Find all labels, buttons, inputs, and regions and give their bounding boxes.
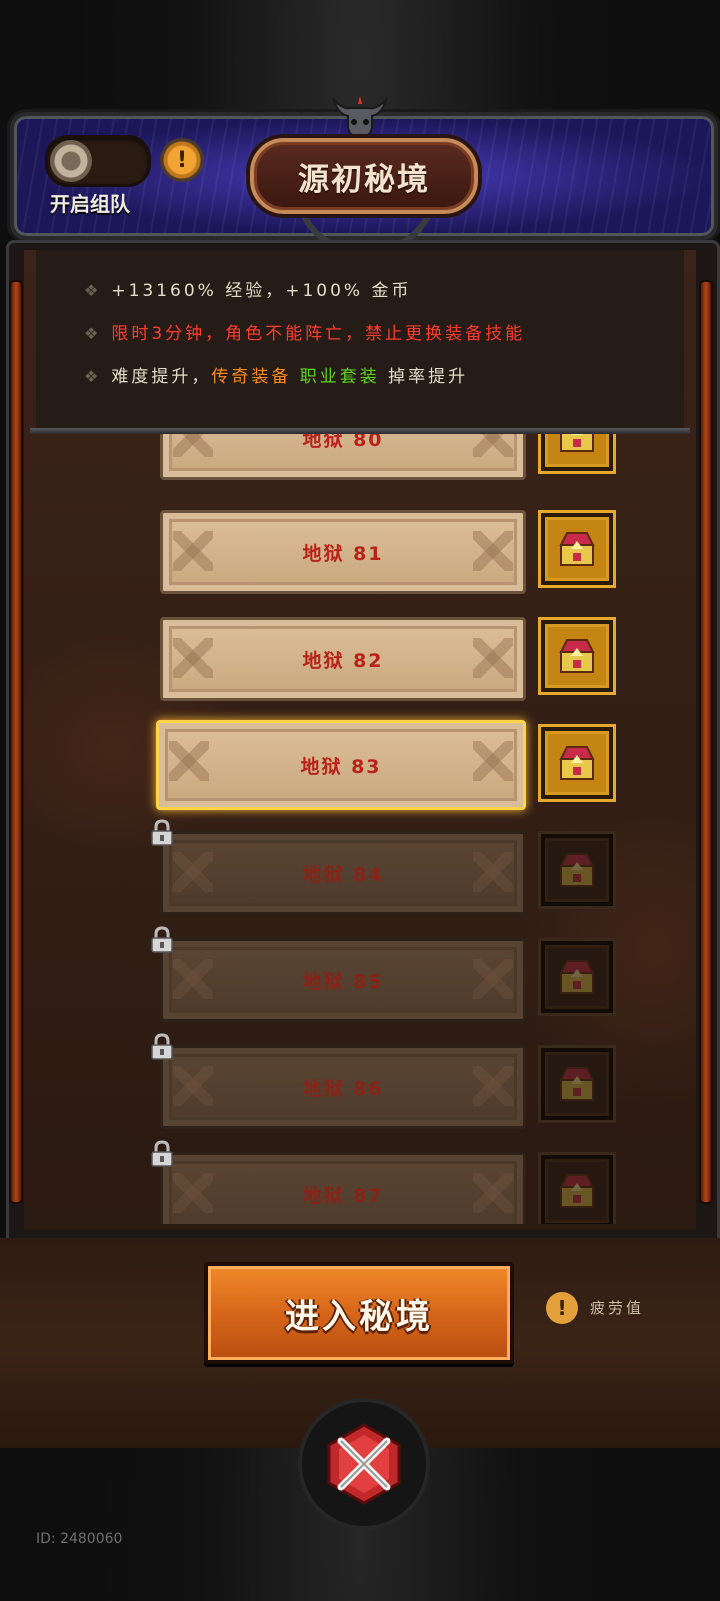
enter-dungeon-button[interactable]: 进入秘境	[204, 1262, 514, 1364]
level-label: 地狱 82	[302, 649, 384, 672]
padlock-icon	[151, 819, 173, 846]
level-row[interactable]: 地狱 82	[36, 617, 684, 707]
level-label: 地狱 83	[300, 755, 382, 778]
left-rail	[9, 280, 23, 1204]
legendary-gear-text: 传奇装备	[211, 367, 292, 387]
level-button[interactable]: 地狱 81	[160, 510, 526, 594]
treasure-chest-icon	[559, 532, 595, 566]
treasure-chest-icon	[559, 960, 595, 994]
treasure-chest-icon	[559, 639, 595, 673]
bullet-icon: ❖	[84, 367, 102, 386]
skull-icon	[331, 96, 389, 140]
info-line-drops: ❖ 难度提升，传奇装备 职业套装 掉率提升	[84, 367, 469, 387]
right-rail	[699, 280, 713, 1204]
padlock-icon	[151, 1140, 173, 1167]
reward-chest[interactable]	[538, 724, 616, 802]
info-line-bonus: ❖ +13160% 经验，+100% 金币	[84, 281, 412, 301]
ornament	[473, 741, 513, 781]
ornament	[473, 638, 513, 678]
level-label: 地狱 87	[302, 1184, 384, 1207]
level-row[interactable]: 地狱 86	[36, 1033, 684, 1135]
level-button[interactable]: 地狱 85	[160, 938, 526, 1022]
ornament	[473, 852, 513, 892]
level-row[interactable]: 地狱 83	[36, 720, 684, 814]
reward-chest[interactable]	[538, 510, 616, 588]
treasure-chest-icon	[559, 1174, 595, 1208]
level-button[interactable]: 地狱 84	[160, 831, 526, 915]
close-button[interactable]	[298, 1398, 430, 1530]
crossed-swords-close-icon	[327, 1423, 401, 1505]
reward-chest[interactable]	[538, 1045, 616, 1123]
padlock-icon	[151, 1033, 173, 1060]
level-button[interactable]: 地狱 82	[160, 617, 526, 701]
bullet-icon: ❖	[84, 324, 102, 343]
treasure-chest-icon	[559, 853, 595, 887]
padlock-icon	[151, 926, 173, 953]
ornament	[169, 741, 209, 781]
ornament	[173, 852, 213, 892]
ornament	[173, 531, 213, 571]
info-line-rules: ❖ 限时3分钟，角色不能阵亡，禁止更换装备技能	[84, 324, 526, 344]
ornament	[473, 1173, 513, 1213]
reward-chest[interactable]	[538, 1152, 616, 1224]
page-title: 源初秘境	[298, 161, 430, 198]
fatigue-info-icon[interactable]: !	[546, 1292, 578, 1324]
level-row[interactable]: 地狱 84	[36, 819, 684, 921]
treasure-chest-icon	[559, 746, 595, 780]
level-label: 地狱 86	[302, 1077, 384, 1100]
ornament	[473, 434, 513, 457]
level-row[interactable]: 地狱 87	[36, 1140, 684, 1224]
exclamation-icon[interactable]: !	[160, 138, 204, 182]
ornament	[473, 531, 513, 571]
level-label: 地狱 81	[302, 542, 384, 565]
level-button[interactable]: 地狱 83	[156, 720, 526, 810]
ornament	[173, 638, 213, 678]
ornament	[173, 434, 213, 457]
fatigue-label: 疲劳值	[590, 1299, 645, 1317]
level-label: 地狱 84	[302, 863, 384, 886]
level-list[interactable]: 地狱 80 地狱 81 地狱 82 地狱 83 地狱 84 地狱 85 地狱 86 地狱 87	[36, 434, 684, 1224]
reward-chest[interactable]	[538, 938, 616, 1016]
toggle-knob	[50, 140, 92, 182]
reward-chest[interactable]	[538, 831, 616, 909]
level-label: 地狱 80	[302, 434, 384, 451]
ornament	[473, 1066, 513, 1106]
player-id: ID: 2480060	[36, 1531, 123, 1547]
level-label: 地狱 85	[302, 970, 384, 993]
bullet-icon: ❖	[84, 281, 102, 300]
ornament	[173, 1066, 213, 1106]
team-toggle[interactable]	[45, 135, 151, 187]
treasure-chest-icon	[560, 434, 594, 452]
ornament	[173, 1173, 213, 1213]
ornament	[473, 959, 513, 999]
title-plate: 源初秘境	[250, 138, 478, 214]
ornament	[173, 959, 213, 999]
class-set-text: 职业套装	[299, 367, 380, 387]
level-button[interactable]: 地狱 87	[160, 1152, 526, 1224]
level-row[interactable]: 地狱 80	[36, 434, 684, 486]
reward-chest[interactable]	[538, 617, 616, 695]
level-button[interactable]: 地狱 86	[160, 1045, 526, 1129]
level-row[interactable]: 地狱 85	[36, 926, 684, 1028]
treasure-chest-icon	[559, 1067, 595, 1101]
level-row[interactable]: 地狱 81	[36, 510, 684, 600]
reward-chest[interactable]	[538, 434, 616, 474]
level-button[interactable]: 地狱 80	[160, 434, 526, 480]
team-toggle-label: 开启组队	[50, 192, 130, 216]
